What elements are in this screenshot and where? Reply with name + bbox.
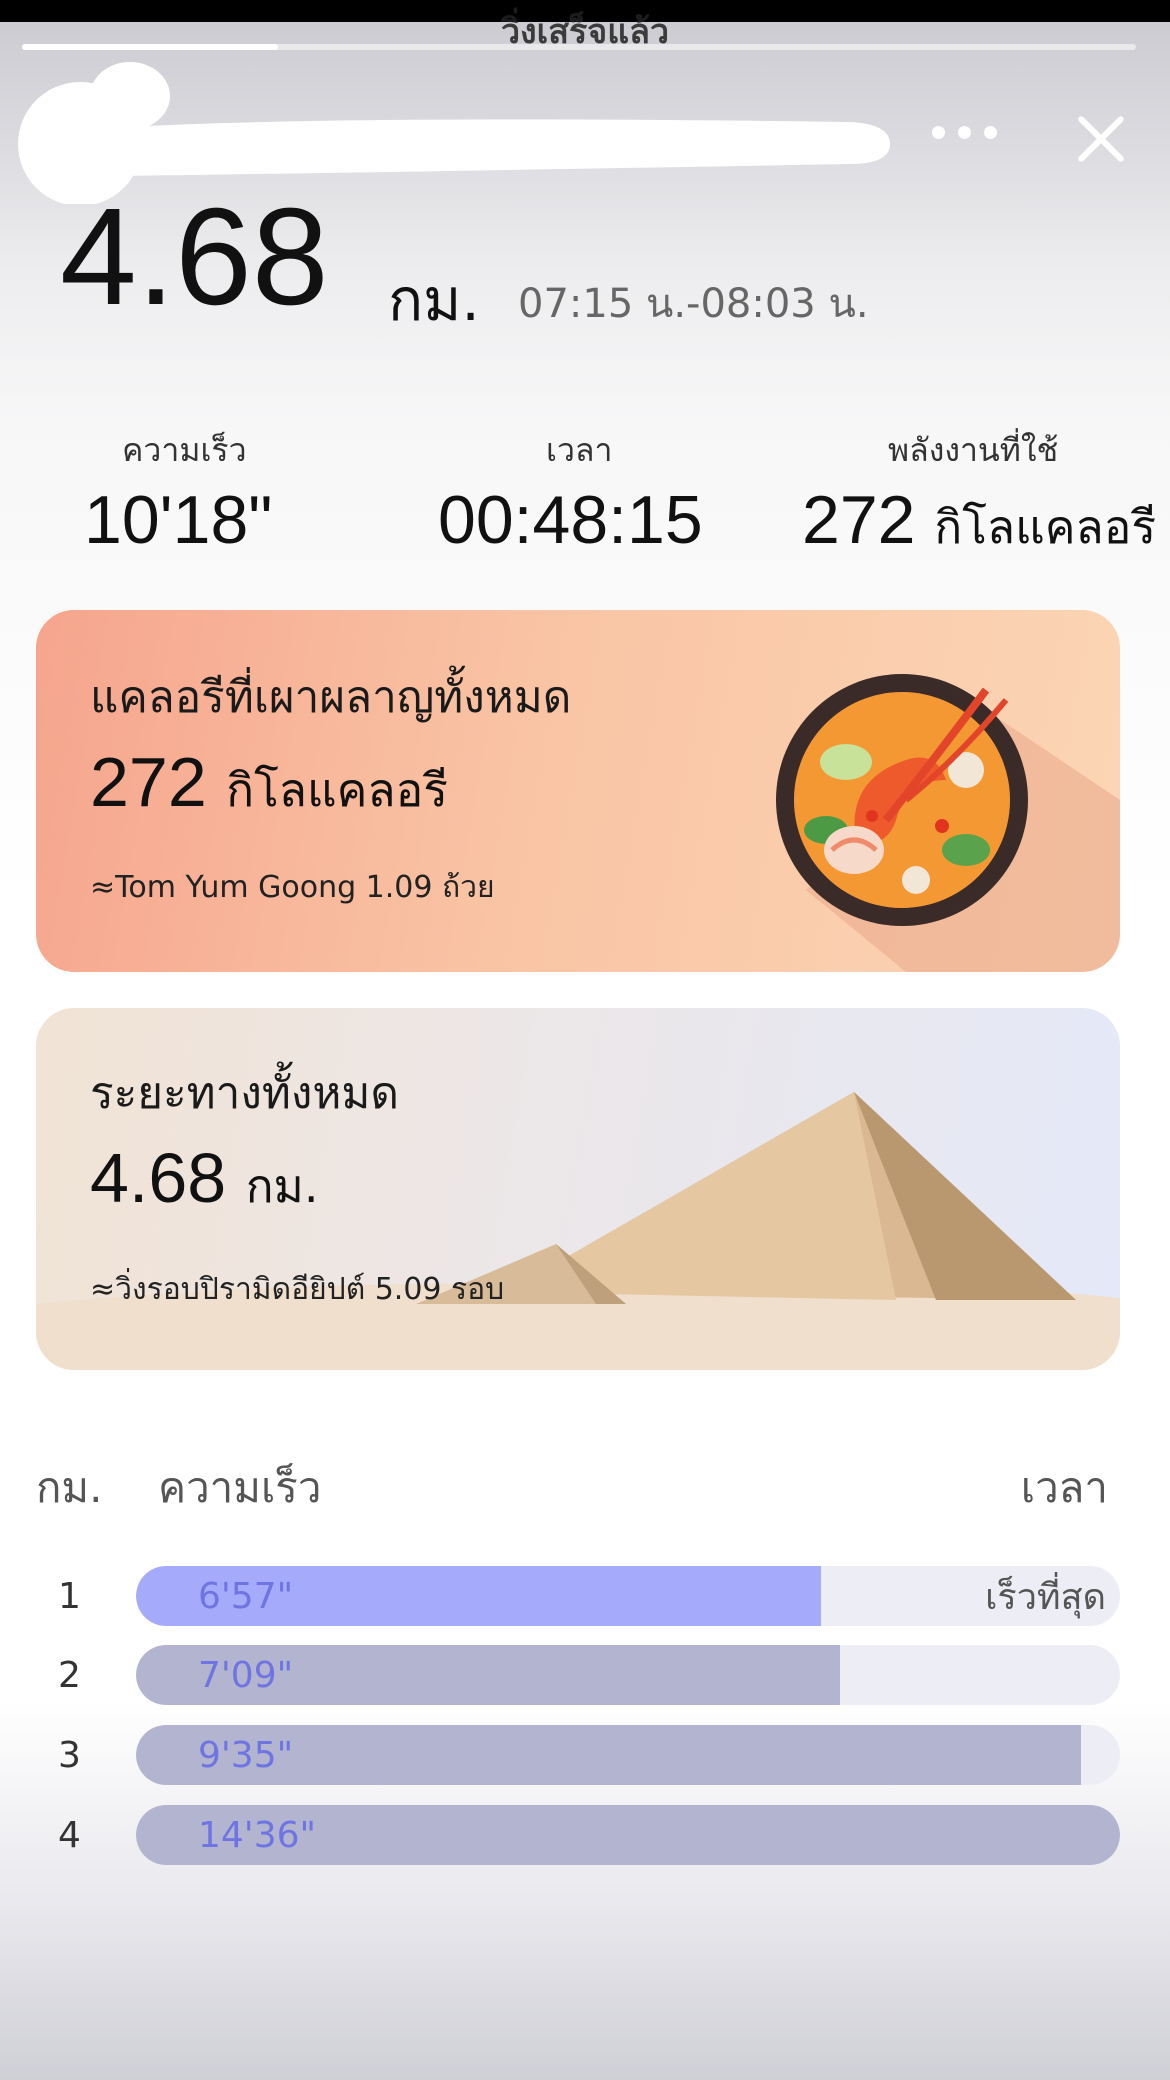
distance-card[interactable]: ระยะทางทั้งหมด 4.68 กม. ≈วิ่งรอบปิรามิดอ… bbox=[36, 1008, 1120, 1370]
tom-yum-bowl-icon bbox=[776, 674, 1120, 972]
close-icon[interactable] bbox=[1066, 108, 1136, 172]
splits-col-km: กม. bbox=[36, 1463, 103, 1512]
run-time-range: 07:15 น.-08:03 น. bbox=[518, 281, 869, 327]
calorie-card[interactable]: แคลอรีที่เผาผลาญทั้งหมด 272 กิโลแคลอรี ≈… bbox=[36, 610, 1120, 972]
split-bar-track[interactable]: 9'35" bbox=[136, 1725, 1120, 1785]
duration-label: เวลา bbox=[546, 431, 613, 469]
split-row: 2 7'09" bbox=[0, 1645, 1170, 1707]
total-distance-value: 4.68 bbox=[60, 180, 329, 334]
split-km: 2 bbox=[58, 1655, 81, 1696]
calorie-card-value: 272 กิโลแคลอรี bbox=[90, 743, 448, 821]
pace-label: ความเร็ว bbox=[122, 431, 247, 469]
energy-label: พลังงานที่ใช้ bbox=[888, 431, 1059, 469]
distance-card-value: 4.68 กม. bbox=[90, 1139, 319, 1217]
split-km: 4 bbox=[58, 1815, 81, 1856]
split-row: 1 6'57" เร็วที่สุด bbox=[0, 1566, 1170, 1628]
energy-unit: กิโลแคลอรี bbox=[934, 500, 1157, 554]
more-options-icon[interactable] bbox=[930, 118, 1000, 148]
split-bar-track[interactable]: 7'09" bbox=[136, 1645, 1120, 1705]
duration-value: 00:48:15 bbox=[438, 482, 703, 558]
fastest-badge: เร็วที่สุด bbox=[985, 1577, 1106, 1618]
distance-card-title: ระยะทางทั้งหมด bbox=[90, 1068, 399, 1119]
energy-value: 272 กิโลแคลอรี bbox=[802, 482, 1157, 558]
split-pace-label: 6'57" bbox=[198, 1576, 294, 1617]
split-bar-track[interactable]: 6'57" เร็วที่สุด bbox=[136, 1566, 1120, 1626]
calorie-card-title: แคลอรีที่เผาผลาญทั้งหมด bbox=[90, 672, 572, 723]
total-distance-unit: กม. bbox=[388, 266, 480, 334]
split-km: 3 bbox=[58, 1735, 81, 1776]
split-pace-label: 14'36" bbox=[198, 1815, 317, 1856]
split-pace-label: 9'35" bbox=[198, 1735, 294, 1776]
split-bar-track[interactable]: 14'36" bbox=[136, 1805, 1120, 1865]
split-pace-label: 7'09" bbox=[198, 1655, 294, 1696]
pace-value: 10'18" bbox=[84, 482, 273, 558]
split-km: 1 bbox=[58, 1576, 81, 1617]
splits-col-pace: ความเร็ว bbox=[158, 1463, 322, 1512]
split-row: 4 14'36" bbox=[0, 1805, 1170, 1867]
distance-card-note: ≈วิ่งรอบปิรามิดอียิปต์ 5.09 รอบ bbox=[90, 1272, 505, 1307]
splits-col-time: เวลา bbox=[1020, 1463, 1108, 1512]
story-screen: วิ่งเสร็จแล้ว 4.68 กม. 07:15 น.-08:03 น.… bbox=[0, 0, 1170, 2080]
split-row: 3 9'35" bbox=[0, 1725, 1170, 1787]
calorie-card-note: ≈Tom Yum Goong 1.09 ถ้วย bbox=[90, 870, 495, 905]
